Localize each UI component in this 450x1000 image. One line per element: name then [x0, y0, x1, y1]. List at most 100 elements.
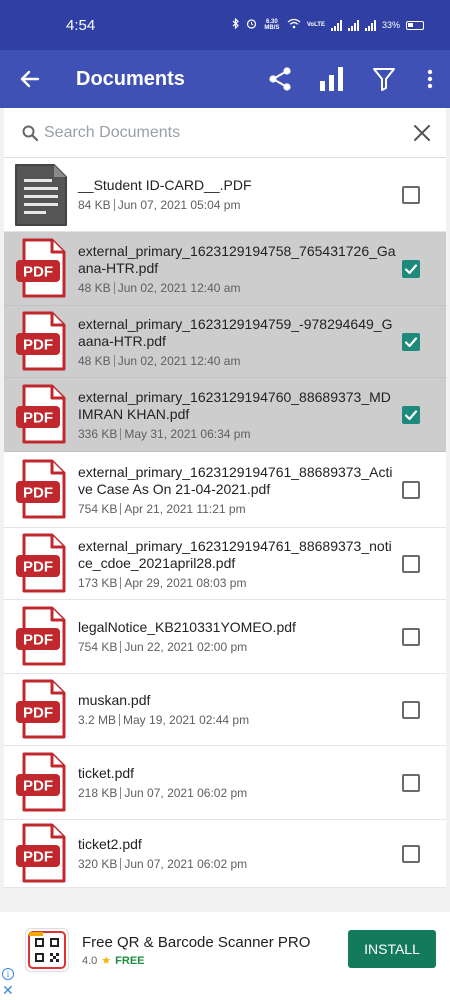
file-checkbox-wrap — [402, 259, 446, 278]
file-list: __Student ID-CARD__.PDF 84 KB Jun 07, 2021… — [4, 158, 446, 888]
ad-close-icon[interactable]: ✕ — [2, 982, 14, 999]
star-icon: ★ — [101, 955, 112, 967]
file-name: ticket2.pdf — [78, 836, 142, 853]
file-checkbox-wrap — [402, 627, 446, 646]
file-size: 3.2 MB — [78, 712, 117, 727]
ad-rating: 4.0 ★ FREE — [82, 954, 145, 968]
install-button[interactable]: INSTALL — [348, 930, 436, 968]
file-checkbox[interactable] — [402, 405, 420, 424]
file-size: 754 KB — [78, 501, 118, 516]
file-row[interactable]: PDF external_primary_1623129194761_886893… — [4, 528, 446, 600]
search-input[interactable] — [44, 123, 398, 142]
file-checkbox[interactable] — [402, 480, 420, 499]
pdf-file-icon: PDF — [4, 311, 74, 373]
file-date: Jun 07, 2021 06:02 pm — [124, 785, 248, 800]
page-title: Documents — [76, 67, 185, 90]
ad-banner[interactable]: Free QR & Barcode Scanner PRO 4.0 ★ FREE… — [0, 912, 450, 1000]
ad-info-icon[interactable]: i — [2, 968, 14, 980]
filter-button[interactable] — [358, 50, 410, 108]
file-row[interactable]: PDF external_primary_1623129194761_886893… — [4, 452, 446, 528]
file-row[interactable]: PDF muskan.pdf 3.2 MB May 19, 2021 02:44 pm — [4, 674, 446, 746]
bar-chart-icon — [320, 67, 343, 91]
file-info: legalNotice_KB210331YOMEO.pdf 754 KB Jun 2… — [74, 619, 402, 654]
file-checkbox[interactable] — [402, 700, 420, 719]
status-icons: 6.30 MB/S VoLTE 33% — [232, 17, 424, 32]
file-checkbox[interactable] — [402, 332, 420, 351]
file-checkbox[interactable] — [402, 844, 420, 863]
file-name: ticket.pdf — [78, 765, 135, 782]
pdf-file-icon: PDF — [4, 606, 74, 668]
file-size: 84 KB — [78, 197, 111, 212]
file-size: 173 KB — [78, 575, 118, 590]
pdf-badge-text: PDF — [23, 631, 53, 648]
close-icon — [414, 124, 430, 141]
file-checkbox[interactable] — [402, 554, 420, 573]
file-meta: 48 KB Jun 02, 2021 12:40 am — [78, 354, 398, 368]
pdf-file-icon: PDF — [4, 752, 74, 814]
pdf-badge-text: PDF — [23, 409, 53, 426]
file-row[interactable]: __Student ID-CARD__.PDF 84 KB Jun 07, 2021… — [4, 158, 446, 232]
pdf-file-icon: PDF — [4, 823, 74, 885]
ad-app-title: Free QR & Barcode Scanner PRO — [82, 934, 311, 951]
file-row[interactable]: PDF legalNotice_KB210331YOMEO.pdf 754 KB Ju… — [4, 600, 446, 674]
file-size: 754 KB — [78, 639, 118, 654]
meta-divider — [113, 281, 115, 294]
pdf-badge-text: PDF — [23, 704, 53, 721]
file-checkbox[interactable] — [402, 773, 420, 792]
share-button[interactable] — [254, 50, 306, 108]
check-icon — [404, 336, 418, 347]
file-checkbox[interactable] — [402, 627, 420, 646]
file-size: 48 KB — [78, 353, 111, 368]
signal-1-icon — [330, 19, 342, 31]
file-name: muskan.pdf — [78, 692, 151, 709]
file-checkbox-wrap — [402, 773, 446, 792]
pdf-file-icon: PDF — [4, 459, 74, 521]
file-meta: 84 KB Jun 07, 2021 05:04 pm — [78, 198, 398, 212]
wifi-icon — [287, 18, 301, 32]
file-date: Jun 22, 2021 02:00 pm — [124, 639, 248, 654]
back-button[interactable] — [0, 50, 60, 108]
file-date: Apr 21, 2021 11:21 pm — [124, 501, 246, 516]
file-name: external_primary_1623129194761_88689373_… — [78, 537, 392, 572]
more-options-button[interactable] — [410, 50, 450, 108]
share-icon — [269, 67, 291, 91]
clear-search-button[interactable] — [398, 108, 446, 158]
signal-3-icon — [364, 19, 376, 31]
file-size: 48 KB — [78, 280, 111, 295]
battery-icon — [406, 20, 424, 30]
file-row[interactable]: PDF external_primary_1623129194759_-97829… — [4, 306, 446, 378]
file-info: external_primary_1623129194761_88689373_… — [74, 538, 402, 590]
pdf-file-icon: PDF — [4, 679, 74, 741]
file-meta: 754 KB Jun 22, 2021 02:00 pm — [78, 640, 398, 654]
file-checkbox-wrap — [402, 480, 446, 499]
file-name: __Student ID-CARD__.PDF — [78, 177, 252, 194]
file-date: Jun 02, 2021 12:40 am — [117, 280, 241, 295]
file-checkbox-wrap — [402, 844, 446, 863]
meta-divider — [120, 502, 122, 515]
file-checkbox-wrap — [402, 700, 446, 719]
file-checkbox-wrap — [402, 554, 446, 573]
pdf-file-icon: PDF — [4, 533, 74, 595]
file-row[interactable]: PDF ticket.pdf 218 KB Jun 07, 2021 06:02 pm — [4, 746, 446, 820]
file-row[interactable]: PDF external_primary_1623129194760_886893… — [4, 378, 446, 452]
file-checkbox[interactable] — [402, 259, 420, 278]
pdf-file-icon: PDF — [4, 238, 74, 300]
meta-divider — [120, 786, 122, 799]
file-name: external_primary_1623129194758_765431726… — [78, 242, 396, 277]
file-meta: 218 KB Jun 07, 2021 06:02 pm — [78, 786, 398, 800]
file-name: external_primary_1623129194759_-97829464… — [78, 315, 393, 350]
pdf-file-icon: PDF — [4, 384, 74, 446]
file-info: external_primary_1623129194761_88689373_… — [74, 464, 402, 516]
battery-percent: 33% — [381, 20, 400, 30]
pdf-badge-text: PDF — [23, 484, 53, 501]
pdf-badge-text: PDF — [23, 848, 53, 865]
file-checkbox[interactable] — [402, 185, 420, 204]
meta-divider — [113, 354, 115, 367]
stats-button[interactable] — [306, 50, 358, 108]
file-row[interactable]: PDF ticket2.pdf 320 KB Jun 07, 2021 06:02 p… — [4, 820, 446, 888]
file-date: Jun 07, 2021 06:02 pm — [124, 856, 248, 871]
pdf-badge-text: PDF — [23, 777, 53, 794]
file-meta: 48 KB Jun 02, 2021 12:40 am — [78, 281, 398, 295]
file-checkbox-wrap — [402, 405, 446, 424]
file-row[interactable]: PDF external_primary_1623129194758_765431… — [4, 232, 446, 306]
